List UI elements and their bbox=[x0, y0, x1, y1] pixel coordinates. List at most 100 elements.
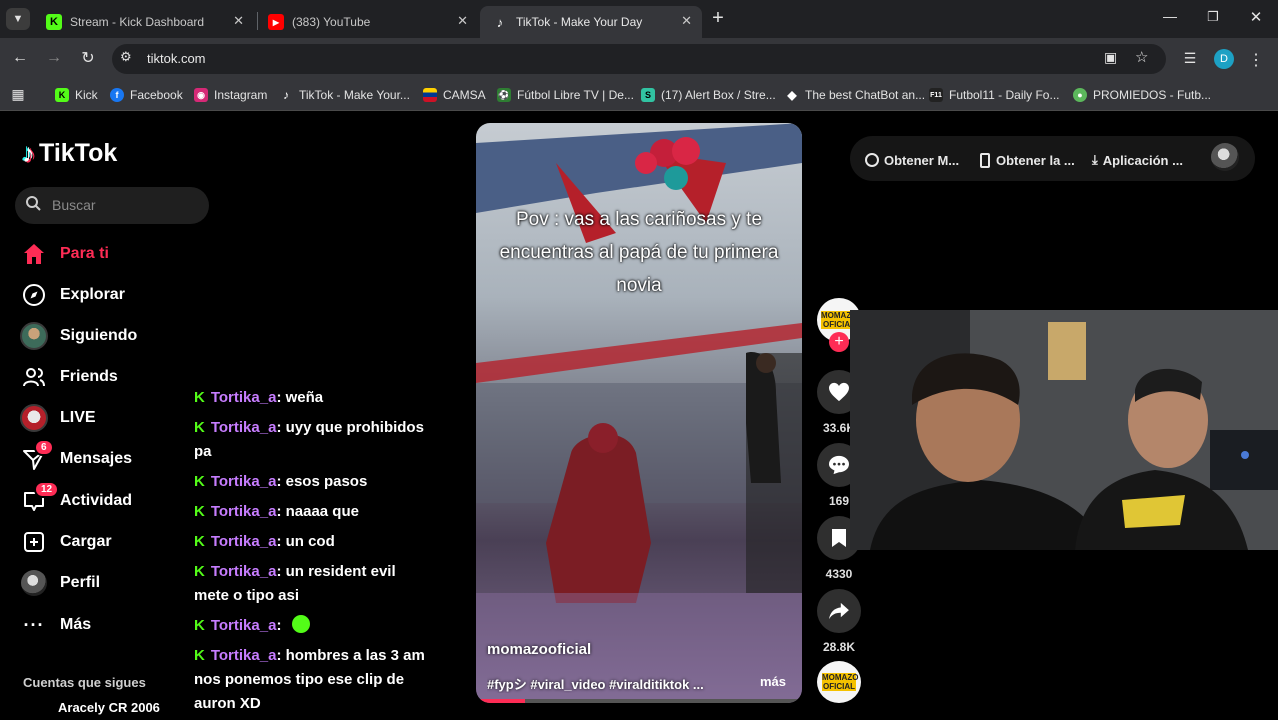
tiktok-logo[interactable]: ♪ TikTok bbox=[22, 138, 117, 169]
follow-plus-button[interactable]: + bbox=[829, 332, 849, 352]
chat-text: : weña bbox=[276, 389, 324, 406]
window-close-button[interactable]: ✕ bbox=[1246, 8, 1266, 26]
nav-mas[interactable]: ··· Más bbox=[20, 610, 92, 640]
close-icon[interactable]: ✕ bbox=[233, 13, 244, 29]
menu-kebab-icon[interactable]: ⋮ bbox=[1248, 50, 1264, 70]
tab-kick-dashboard[interactable]: K Stream - Kick Dashboard ✕ bbox=[34, 6, 254, 38]
chat-overlay: K Tortika_a: weña K Tortika_a: uyy que pro… bbox=[190, 386, 440, 720]
nav-friends[interactable]: Friends bbox=[20, 362, 118, 392]
site-info-icon[interactable]: ⚙ bbox=[120, 49, 132, 65]
nav-cargar[interactable]: Cargar bbox=[20, 527, 112, 557]
disc-avatar-text: MOMAZO OFICIAL bbox=[822, 673, 859, 691]
address-bar[interactable]: ⚙ tiktok.com ▣ ☆ bbox=[112, 44, 1166, 74]
share-button[interactable] bbox=[817, 589, 861, 633]
profile-avatar[interactable]: D bbox=[1214, 49, 1234, 69]
bookmark-alert-box[interactable]: S (17) Alert Box / Stre... bbox=[641, 86, 776, 104]
kick-icon: K bbox=[46, 14, 62, 30]
share-count: 28.8K bbox=[822, 640, 856, 654]
nav-label: Mensajes bbox=[60, 450, 133, 467]
nav-live[interactable]: LIVE bbox=[20, 403, 96, 433]
bookmark-label: Kick bbox=[75, 88, 98, 102]
bookmark-chatbot[interactable]: ◆ The best ChatBot an... bbox=[785, 86, 925, 104]
nav-label: Siguiendo bbox=[60, 327, 138, 344]
back-button[interactable]: ← bbox=[10, 49, 30, 67]
nav-explorar[interactable]: Explorar bbox=[20, 280, 125, 310]
close-icon[interactable]: ✕ bbox=[457, 13, 468, 29]
forward-button[interactable]: → bbox=[44, 49, 64, 67]
bookmark-futbol-libre[interactable]: ⚽ Fútbol Libre TV | De... bbox=[497, 86, 634, 104]
nav-label: LIVE bbox=[60, 409, 96, 426]
sound-disc[interactable]: MOMAZO OFICIAL bbox=[817, 661, 861, 703]
chat-username: Tortika_a bbox=[210, 533, 277, 550]
video-progress-fill bbox=[476, 699, 525, 703]
bookmark-star-icon[interactable]: ☆ bbox=[1135, 48, 1148, 66]
reload-button[interactable]: ↻ bbox=[78, 48, 98, 68]
promiedos-icon: ● bbox=[1073, 88, 1087, 102]
nav-label: Cargar bbox=[60, 533, 112, 550]
friends-icon bbox=[20, 363, 48, 391]
nav-actividad[interactable]: 12 Actividad bbox=[20, 481, 133, 516]
apps-grid-icon[interactable]: ▦ bbox=[10, 86, 26, 103]
upload-icon bbox=[20, 528, 48, 556]
nav-siguiendo[interactable]: Siguiendo bbox=[20, 321, 137, 351]
bookmark-label: Futbol11 - Daily Fo... bbox=[949, 88, 1060, 102]
webcam-overlay bbox=[850, 310, 1278, 550]
following-account[interactable]: Aracely CR 2006 bbox=[58, 700, 160, 715]
tab-search-button[interactable]: ▼ bbox=[6, 8, 30, 30]
bookmark-kick[interactable]: K Kick bbox=[55, 86, 98, 104]
nav-label: Actividad bbox=[60, 492, 133, 509]
video-more-link[interactable]: más bbox=[760, 674, 786, 689]
phone-icon bbox=[980, 152, 990, 168]
messages-badge: 6 bbox=[34, 439, 54, 456]
chat-message: K Tortika_a: un resident evil mete o tipo… bbox=[194, 560, 434, 608]
url-text[interactable]: tiktok.com bbox=[147, 51, 206, 66]
comment-icon bbox=[829, 455, 849, 475]
kick-icon: K bbox=[194, 617, 205, 634]
tab-title: TikTok - Make Your Day bbox=[516, 15, 643, 29]
save-count: 4330 bbox=[825, 567, 853, 581]
profile-icon bbox=[20, 569, 48, 597]
close-icon[interactable]: ✕ bbox=[681, 13, 692, 29]
get-app-button[interactable]: Obtener la ... bbox=[980, 150, 1075, 170]
bookmark-label: (17) Alert Box / Stre... bbox=[661, 88, 776, 102]
tab-youtube[interactable]: ▶ (383) YouTube ✕ bbox=[256, 6, 478, 38]
chat-text: : un cod bbox=[276, 533, 335, 550]
tiktok-icon: ♪ bbox=[496, 14, 504, 30]
install-app-icon[interactable]: ▣ bbox=[1104, 49, 1117, 66]
bookmark-label: Instagram bbox=[214, 88, 268, 102]
kick-icon: K bbox=[194, 563, 205, 580]
kick-icon: K bbox=[194, 419, 205, 436]
nav-perfil[interactable]: Perfil bbox=[20, 568, 100, 598]
bookmark-label: PROMIEDOS - Futb... bbox=[1093, 88, 1212, 102]
nav-para-ti[interactable]: Para ti bbox=[20, 239, 109, 269]
chat-text: : naaaa que bbox=[276, 503, 359, 520]
new-tab-button[interactable]: + bbox=[708, 7, 728, 29]
video-progress-track[interactable] bbox=[476, 699, 802, 703]
heart-icon bbox=[829, 382, 849, 402]
compass-icon bbox=[20, 281, 48, 309]
bookmark-futbol11[interactable]: F11 Futbol11 - Daily Fo... bbox=[929, 86, 1059, 104]
tab-tiktok[interactable]: ♪ TikTok - Make Your Day ✕ bbox=[480, 6, 702, 38]
bookmark-facebook[interactable]: f Facebook bbox=[110, 86, 183, 104]
bookmark-promiedos[interactable]: ● PROMIEDOS - Futb... bbox=[1073, 86, 1211, 104]
nav-mensajes[interactable]: 6 Mensajes bbox=[20, 439, 133, 474]
video-hashtags[interactable]: #fypシ #viral_video #viralditiktok ... bbox=[487, 674, 717, 693]
bookmark-camsa[interactable]: CAMSA bbox=[423, 86, 486, 104]
user-avatar[interactable] bbox=[1211, 143, 1239, 171]
bookmark-label: Fútbol Libre TV | De... bbox=[517, 88, 634, 102]
video-author[interactable]: momazooficial bbox=[487, 641, 591, 658]
get-coins-button[interactable]: Obtener M... bbox=[865, 150, 959, 170]
bookmark-instagram[interactable]: ◉ Instagram bbox=[194, 86, 267, 104]
tiktok-note-icon: ♪ bbox=[22, 138, 35, 168]
search-box[interactable]: Buscar bbox=[15, 187, 209, 224]
minimize-button[interactable]: — bbox=[1160, 8, 1180, 24]
maximize-button[interactable]: ❐ bbox=[1203, 9, 1223, 25]
futbol11-icon: F11 bbox=[929, 88, 943, 102]
video-player[interactable]: Pov : vas a las cariñosas y te encuentra… bbox=[476, 123, 802, 703]
search-placeholder: Buscar bbox=[52, 197, 96, 213]
media-controls-icon[interactable]: ☰ bbox=[1180, 50, 1200, 67]
chat-username: Tortika_a bbox=[210, 473, 277, 490]
desktop-app-button[interactable]: ⤓ Aplicación ... bbox=[1092, 150, 1183, 170]
nav-label: Para ti bbox=[60, 245, 109, 262]
bookmark-tiktok[interactable]: ♪ TikTok - Make Your... bbox=[279, 86, 410, 104]
